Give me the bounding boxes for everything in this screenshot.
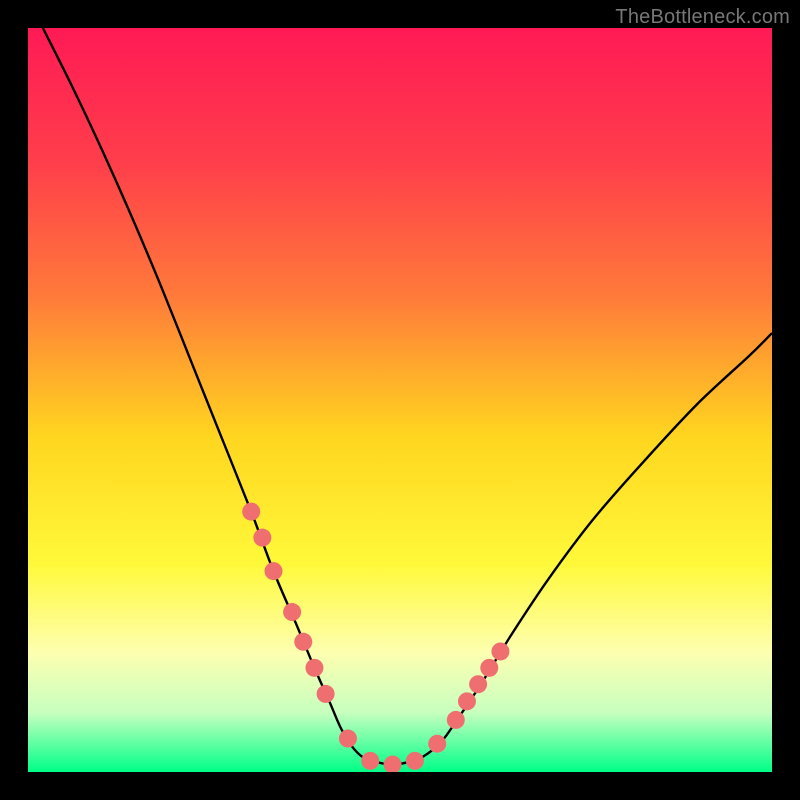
data-point (283, 603, 301, 621)
data-point (294, 633, 312, 651)
plot-area (28, 28, 772, 772)
data-point (305, 659, 323, 677)
gradient-background (28, 28, 772, 772)
data-point (428, 735, 446, 753)
data-point (242, 503, 260, 521)
data-point (458, 692, 476, 710)
data-point (361, 752, 379, 770)
data-point (469, 675, 487, 693)
watermark-text: TheBottleneck.com (615, 6, 790, 29)
data-point (480, 659, 498, 677)
chart-frame: TheBottleneck.com (0, 0, 800, 800)
bottleneck-chart (28, 28, 772, 772)
data-point (406, 752, 424, 770)
data-point (265, 562, 283, 580)
data-point (253, 529, 271, 547)
data-point (447, 711, 465, 729)
data-point (491, 642, 509, 660)
data-point (339, 730, 357, 748)
data-point (317, 685, 335, 703)
